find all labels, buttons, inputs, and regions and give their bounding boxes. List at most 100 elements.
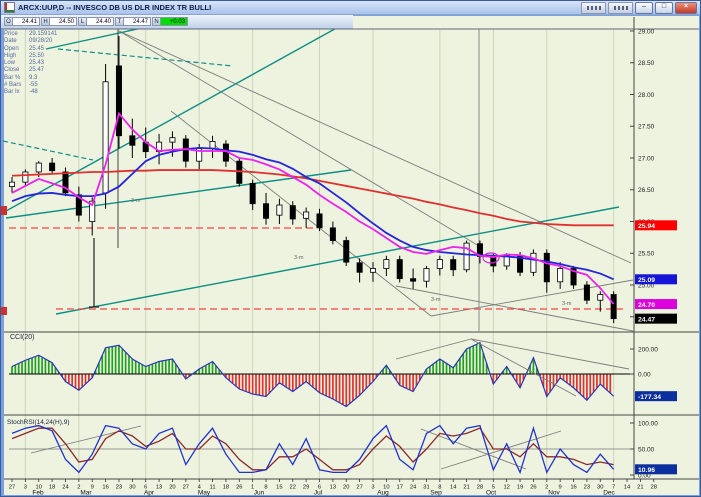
svg-text:18: 18: [49, 485, 55, 491]
svg-text:15: 15: [276, 485, 282, 491]
titlebar-tool-button-1[interactable]: [581, 2, 606, 14]
svg-text:8: 8: [264, 485, 267, 491]
svg-text:14: 14: [624, 485, 631, 491]
quote-last-field: T 24.47: [115, 17, 151, 26]
svg-text:11: 11: [210, 485, 216, 491]
svg-text:Oct: Oct: [486, 490, 496, 497]
svg-text:200.00: 200.00: [638, 346, 658, 353]
titlebar[interactable]: ARCX:UUP,D -- INVESCO DB US DLR INDEX TR…: [1, 1, 700, 15]
quote-low-label: L: [78, 17, 87, 26]
minimize-button[interactable]: –: [635, 2, 653, 14]
quote-high-label: H: [41, 17, 50, 26]
chart-canvas[interactable]: 3-m3-m3-m3-m29.0028.5028.0027.5027.0026.…: [1, 1, 701, 497]
svg-text:28.50: 28.50: [638, 60, 655, 67]
svg-text:21: 21: [637, 485, 643, 491]
svg-text:20: 20: [343, 485, 349, 491]
svg-text:10.96: 10.96: [638, 467, 655, 474]
svg-text:19: 19: [517, 485, 523, 491]
stoch-panel-label: StochRSI(14,24(H),9): [7, 419, 70, 426]
svg-text:16: 16: [102, 485, 108, 491]
close-button[interactable]: ×: [675, 2, 697, 14]
svg-text:Mar: Mar: [80, 490, 92, 497]
svg-text:22: 22: [290, 485, 296, 491]
svg-text:27.00: 27.00: [638, 155, 655, 162]
svg-text:24: 24: [410, 485, 417, 491]
svg-text:May: May: [198, 490, 211, 497]
svg-text:21: 21: [463, 485, 469, 491]
quote-last-value: 24.47: [124, 17, 151, 26]
pointer-info-row: Low25.43: [4, 60, 57, 67]
svg-text:25.94: 25.94: [638, 223, 655, 230]
svg-text:23: 23: [116, 485, 122, 491]
quote-open-label: O: [4, 17, 13, 26]
svg-text:27: 27: [183, 485, 189, 491]
quote-net-change-value: +0.03: [161, 17, 188, 26]
svg-text:27: 27: [9, 485, 15, 491]
cci-panel-label: CCI(20): [10, 334, 35, 341]
tool-icon: [587, 6, 601, 10]
pointer-info-row: # Bars-55: [4, 82, 57, 89]
svg-text:29.00: 29.00: [638, 28, 655, 35]
svg-text:Aug: Aug: [377, 490, 389, 497]
window-title: ARCX:UUP,D -- INVESCO DB US DLR INDEX TR…: [18, 3, 579, 12]
svg-text:30: 30: [129, 485, 135, 491]
svg-text:26: 26: [530, 485, 536, 491]
svg-text:Nov: Nov: [548, 490, 560, 497]
svg-text:27: 27: [356, 485, 362, 491]
svg-text:3-m: 3-m: [431, 297, 441, 303]
svg-text:12: 12: [503, 485, 509, 491]
svg-text:20: 20: [169, 485, 175, 491]
svg-text:Jul: Jul: [314, 490, 323, 497]
quote-last-label: T: [115, 17, 124, 26]
svg-text:29: 29: [303, 485, 309, 491]
svg-text:28: 28: [651, 485, 657, 491]
quote-net-change-field: N +0.03: [152, 17, 188, 26]
svg-text:13: 13: [156, 485, 162, 491]
svg-text:28: 28: [477, 485, 483, 491]
svg-text:-177.34: -177.34: [638, 394, 661, 401]
pointer-info-row: Date09/28/20: [4, 38, 57, 45]
pointer-info-row: Bar Ix-48: [4, 89, 57, 96]
svg-text:25.09: 25.09: [638, 277, 655, 284]
pointer-info-row: Close25.47: [4, 67, 57, 74]
svg-text:31: 31: [423, 485, 429, 491]
svg-text:100.00: 100.00: [638, 420, 658, 427]
svg-text:50.00: 50.00: [638, 446, 655, 453]
svg-text:25.50: 25.50: [638, 251, 655, 258]
svg-text:3-m: 3-m: [562, 301, 572, 307]
titlebar-tool-button-2[interactable]: [608, 2, 633, 14]
svg-text:13: 13: [330, 485, 336, 491]
svg-text:23: 23: [584, 485, 590, 491]
svg-text:16: 16: [570, 485, 576, 491]
svg-text:Feb: Feb: [32, 490, 44, 497]
svg-text:Dec: Dec: [603, 490, 615, 497]
svg-text:Sep: Sep: [430, 490, 442, 497]
quote-low-value: 24.40: [87, 17, 114, 26]
quote-open-value: 24.41: [13, 17, 40, 26]
svg-text:0.00: 0.00: [638, 371, 651, 378]
svg-text:26.50: 26.50: [638, 187, 655, 194]
quote-bar: O 24.41 H 24.50 L 24.40 T 24.47 N +0.03: [1, 15, 353, 29]
svg-text:3-m: 3-m: [131, 198, 141, 204]
svg-text:18: 18: [223, 485, 229, 491]
svg-text:24.47: 24.47: [638, 316, 655, 323]
quote-net-change-label: N: [152, 17, 161, 26]
chart-window: 3-m3-m3-m3-m29.0028.5028.0027.5027.0026.…: [0, 0, 701, 497]
svg-text:14: 14: [450, 485, 457, 491]
svg-text:27.50: 27.50: [638, 124, 655, 131]
tool-icon: [614, 6, 628, 10]
pointer-info-panel: Price29.159141 Date09/28/20 Open25.45 Hi…: [4, 31, 57, 97]
svg-text:24.70: 24.70: [638, 302, 655, 309]
svg-text:28.00: 28.00: [638, 92, 655, 99]
quote-high-field: H 24.50: [41, 17, 77, 26]
svg-text:26: 26: [236, 485, 242, 491]
pointer-info-row: Open25.45: [4, 46, 57, 53]
svg-text:3: 3: [371, 485, 374, 491]
maximize-button[interactable]: □: [655, 2, 673, 14]
svg-text:3: 3: [24, 485, 27, 491]
pointer-info-row: Price29.159141: [4, 31, 57, 38]
quote-open-field: O 24.41: [4, 17, 40, 26]
svg-text:Apr: Apr: [144, 490, 155, 497]
svg-text:17: 17: [397, 485, 403, 491]
pointer-info-row: High25.50: [4, 53, 57, 60]
